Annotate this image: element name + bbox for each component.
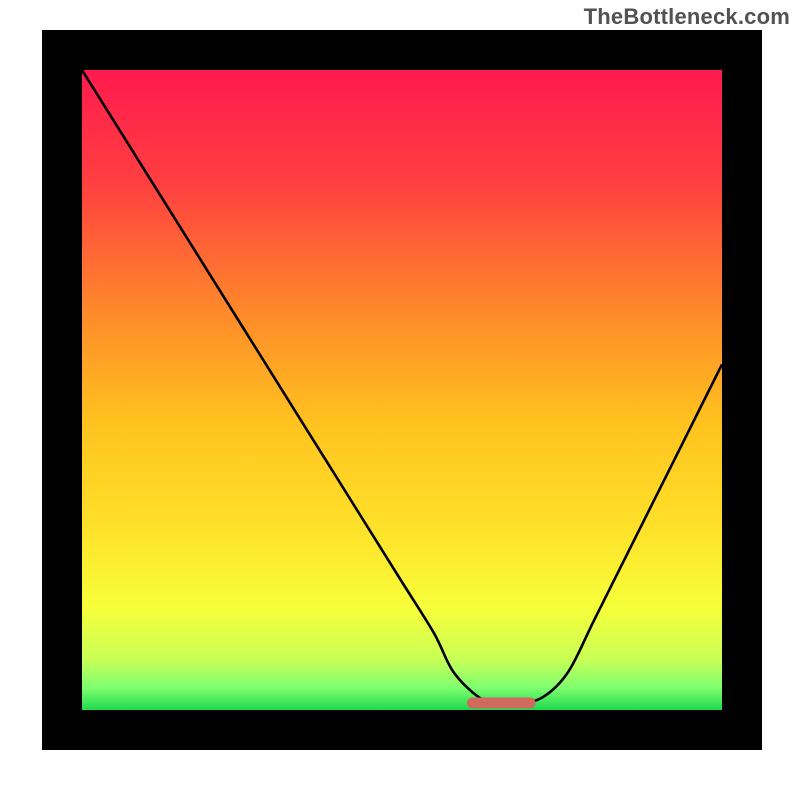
bottleneck-chart bbox=[0, 0, 800, 800]
watermark-text: TheBottleneck.com bbox=[584, 4, 790, 30]
plot-area bbox=[62, 50, 742, 730]
chart-container: TheBottleneck.com bbox=[0, 0, 800, 800]
gradient-background bbox=[82, 70, 722, 710]
